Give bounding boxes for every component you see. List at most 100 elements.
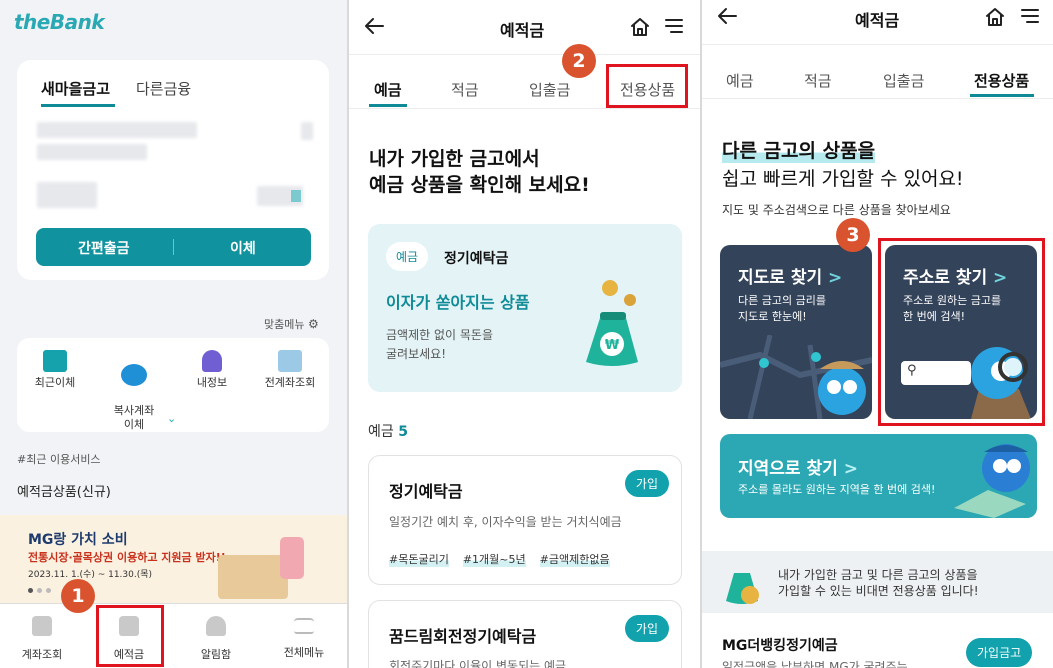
quick-menu-item-recent-transfer[interactable]: 최근이체 bbox=[20, 350, 90, 390]
product-tag: #목돈굴리기 bbox=[389, 551, 449, 567]
tab-deposit[interactable]: 예금 bbox=[374, 79, 402, 100]
phone-illustration bbox=[280, 537, 304, 579]
tab-installment[interactable]: 적금 bbox=[451, 79, 479, 100]
join-button[interactable]: 가입 bbox=[624, 615, 669, 642]
join-button[interactable]: 가입 bbox=[624, 470, 669, 497]
tab-checking[interactable]: 입출금 bbox=[883, 70, 924, 91]
map-search-title: 지도로 찾기 > bbox=[738, 263, 842, 288]
hamburger-icon bbox=[294, 618, 314, 634]
product-card[interactable]: 정기예탁금 가입 일정기간 예치 후, 이자수익을 받는 거치식예금 #목돈굴리… bbox=[368, 455, 682, 585]
page-subheadline: 쉽고 빠르게 가입할 수 있어요! bbox=[722, 168, 964, 190]
page-subtext: 지도 및 주소검색으로 다른 상품을 찾아보세요 bbox=[722, 203, 951, 217]
banner-pagination bbox=[28, 578, 68, 593]
home-icon[interactable] bbox=[984, 6, 1006, 28]
product-name: 꿈드림회전정기예탁금 bbox=[389, 627, 537, 646]
gear-icon: ⚙ bbox=[307, 317, 319, 331]
account-action-bar: 간편출금 이체 bbox=[36, 228, 311, 266]
home-icon[interactable] bbox=[629, 16, 651, 38]
featured-description: 금액제한 없이 목돈을 굴려보세요! bbox=[386, 326, 493, 364]
step-badge-3: 3 bbox=[836, 218, 870, 252]
transfer-button[interactable]: 이체 bbox=[230, 238, 256, 258]
custom-menu-label: 맞춤메뉴 bbox=[264, 318, 305, 331]
page-title: 예적금 bbox=[855, 11, 900, 30]
custom-menu-button[interactable]: 맞춤메뉴 ⚙ bbox=[264, 316, 319, 332]
savings-screen: 예적금 예금 적금 입출금 전용상품 2 내가 가입한 금고에서 예금 상품을 … bbox=[349, 0, 700, 668]
product-count: 예금 5 bbox=[368, 421, 408, 441]
map-illustration bbox=[720, 335, 872, 419]
nav-item-all-menu[interactable]: 전체메뉴 bbox=[264, 616, 344, 660]
globe-character-illustration bbox=[954, 444, 1030, 518]
quick-withdraw-button[interactable]: 간편출금 bbox=[78, 238, 130, 258]
tabs-divider bbox=[702, 98, 1053, 99]
blurred-account-menu bbox=[301, 122, 313, 140]
header-divider bbox=[702, 44, 1053, 45]
tab-installment[interactable]: 적금 bbox=[804, 70, 832, 91]
map-search-description-line: 지도로 한눈에! bbox=[738, 310, 807, 323]
quick-menu-item-all-accounts[interactable]: 전계좌조회 bbox=[255, 350, 325, 390]
info-text: 내가 가입한 금고 및 다른 금고의 상품을 가입할 수 있는 비대면 전용상품… bbox=[778, 567, 979, 599]
active-tab-indicator bbox=[970, 94, 1034, 97]
tab-deposit[interactable]: 예금 bbox=[726, 70, 754, 91]
quick-menu-label: 전계좌조회 bbox=[264, 376, 316, 389]
info-text-line: 내가 가입한 금고 및 다른 금고의 상품을 bbox=[778, 568, 978, 582]
tab-other-finance[interactable]: 다른금융 bbox=[136, 78, 191, 99]
product-card[interactable]: 꿈드림회전정기예탁금 가입 회전주기마다 이율이 변동되는 예금 bbox=[368, 600, 682, 668]
account-search-icon bbox=[278, 350, 302, 372]
quick-menu-label: 최근이체 bbox=[34, 376, 76, 389]
back-arrow-icon[interactable] bbox=[716, 6, 738, 26]
nav-label: 전체메뉴 bbox=[283, 646, 325, 659]
quick-menu-item-copy-account[interactable]: 복사계좌 이체 bbox=[99, 350, 169, 432]
join-branch-button[interactable]: 가입금고 bbox=[966, 638, 1033, 667]
market-illustration bbox=[218, 555, 288, 599]
map-search-card[interactable]: 지도로 찾기 > 다른 금고의 금리를 지도로 한눈에! bbox=[720, 245, 872, 419]
recent-service-link[interactable]: 예적금상품(신규) bbox=[17, 481, 111, 500]
chevron-right-icon: > bbox=[828, 268, 843, 288]
highlight-savings-nav bbox=[96, 605, 164, 667]
map-search-description: 다른 금고의 금리를 지도로 한눈에! bbox=[738, 293, 826, 325]
region-search-card[interactable]: 지역으로 찾기 > 주소를 몰라도 원하는 지역을 한 번에 검색! bbox=[720, 434, 1037, 518]
banner-subtitle: 전통시장·골목상권 이용하고 지원금 받자!! bbox=[28, 551, 226, 564]
region-search-title-text: 지역으로 찾기 bbox=[738, 459, 838, 479]
quick-menu-item-my-info[interactable]: 내정보 bbox=[177, 350, 247, 390]
active-tab-indicator bbox=[369, 104, 407, 107]
product-description: 일정기간 예치 후, 이자수익을 받는 거치식예금 bbox=[389, 515, 622, 529]
wallet-icon bbox=[32, 616, 52, 636]
promo-banner[interactable]: MG랑 가치 소비 전통시장·골목상권 이용하고 지원금 받자!! 2023.1… bbox=[0, 515, 347, 605]
product-count-value: 5 bbox=[398, 424, 408, 440]
blurred-balance-marker bbox=[291, 190, 301, 202]
product-name: 정기예탁금 bbox=[389, 482, 463, 501]
region-search-title: 지역으로 찾기 > bbox=[738, 454, 858, 479]
menu-icon[interactable] bbox=[664, 17, 684, 35]
headline-line-1: 내가 가입한 금고에서 bbox=[369, 148, 540, 170]
bell-icon bbox=[206, 616, 226, 636]
chevron-right-icon: > bbox=[843, 459, 858, 479]
menu-icon[interactable] bbox=[1020, 7, 1040, 25]
tab-exclusive[interactable]: 전용상품 bbox=[974, 70, 1029, 91]
active-tab-indicator bbox=[41, 104, 115, 107]
tabs-divider bbox=[349, 108, 700, 109]
expand-chevron-icon[interactable]: ⌄ bbox=[167, 412, 176, 425]
map-search-title-text: 지도로 찾기 bbox=[738, 268, 823, 288]
header-divider bbox=[349, 54, 700, 55]
map-search-description-line: 다른 금고의 금리를 bbox=[738, 294, 826, 307]
nav-item-notifications[interactable]: 알림함 bbox=[176, 616, 256, 662]
back-arrow-icon[interactable] bbox=[363, 16, 385, 36]
product-tags: #목돈굴리기 #1개월~5년 #금액제한없음 bbox=[389, 548, 624, 567]
product-tag: #1개월~5년 bbox=[462, 551, 526, 567]
highlight-exclusive-tab bbox=[606, 64, 688, 108]
tab-saemaeul[interactable]: 새마을금고 bbox=[41, 78, 110, 99]
category-pill: 예금 bbox=[386, 242, 429, 271]
person-icon bbox=[202, 350, 222, 372]
step-badge-1: 1 bbox=[61, 579, 95, 613]
page-headline: 내가 가입한 금고에서 예금 상품을 확인해 보세요! bbox=[369, 146, 590, 198]
recent-services-label: #최근 이용서비스 bbox=[17, 453, 101, 466]
blurred-account-name bbox=[37, 122, 197, 138]
product-description: 회전주기마다 이율이 변동되는 예금 bbox=[389, 659, 567, 668]
tab-checking[interactable]: 입출금 bbox=[529, 79, 570, 100]
product-count-label: 예금 bbox=[368, 424, 394, 440]
featured-product-card[interactable]: 예금 정기예탁금 이자가 쏟아지는 상품 금액제한 없이 목돈을 굴려보세요! … bbox=[368, 224, 682, 392]
nav-item-account[interactable]: 계좌조회 bbox=[2, 616, 82, 662]
quick-menu-label: 복사계좌 이체 bbox=[113, 404, 155, 431]
exclusive-products-screen: 예적금 예금 적금 입출금 전용상품 다른 금고의 상품을 쉽고 빠르게 가입할… bbox=[702, 0, 1053, 668]
home-screen: theBank 새마을금고 다른금융 간편출금 이체 맞춤메뉴 ⚙ 최근이체 복… bbox=[0, 0, 347, 668]
